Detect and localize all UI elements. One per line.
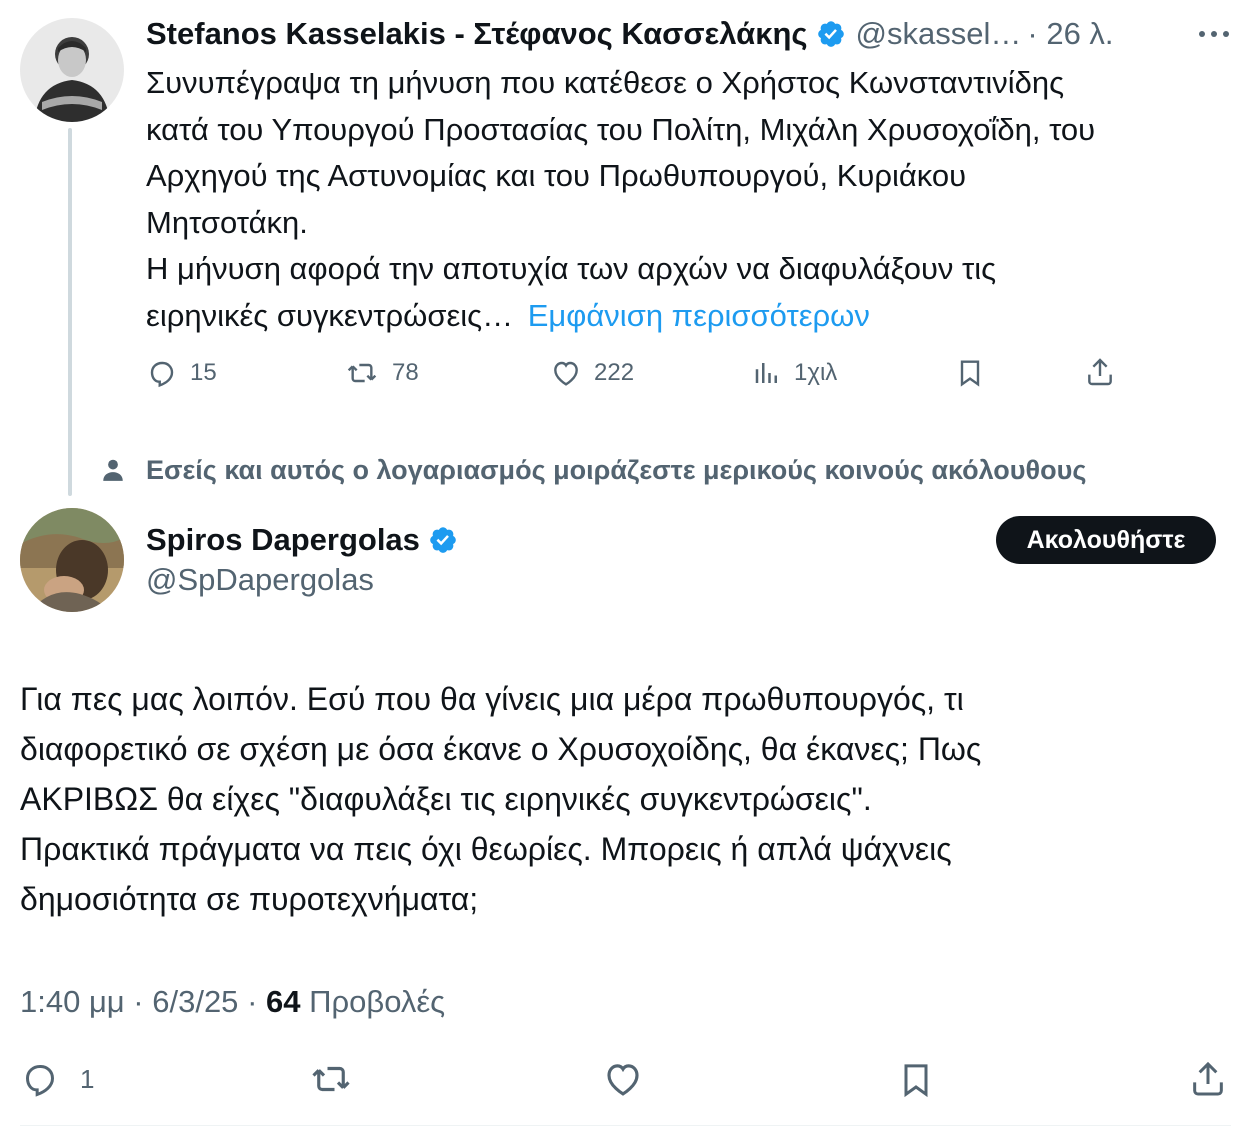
retweet-button[interactable] (308, 1058, 354, 1100)
verified-badge-icon (430, 527, 456, 553)
retweet-button[interactable]: 78 (344, 356, 419, 390)
heart-icon (607, 1064, 639, 1096)
follow-button[interactable]: Ακολουθήστε (996, 516, 1216, 564)
thread-connector-line (68, 128, 72, 496)
tweet-meta: 1:40 μμ · 6/3/25 · 64 Προβολές (20, 984, 445, 1020)
tweet-time[interactable]: · 26 λ. (1027, 16, 1113, 52)
like-count: 222 (594, 359, 635, 386)
author-avatar[interactable] (20, 18, 124, 122)
show-more-link[interactable]: Εμφάνιση περισσότερων (528, 298, 870, 333)
text-line: Αρχηγού της Αστυνομίας και του Πρωθυπουρ… (146, 158, 967, 193)
text-line: δημοσιότητα σε πυροτεχνήματα; (20, 881, 479, 917)
verified-badge-icon (817, 21, 844, 47)
retweet-icon (347, 363, 377, 383)
divider (20, 1125, 1231, 1126)
author-name[interactable]: Stefanos Kasselakis - Στέφανος Κασσελάκη… (146, 16, 808, 52)
social-context-text: Εσείς και αυτός ο λογαριασμός μοιράζεστε… (146, 454, 1087, 485)
text-line: διαφορετικό σε σχέση με όσα έκανε ο Χρυσ… (20, 731, 982, 767)
bookmark-icon (960, 360, 980, 387)
heart-icon (554, 361, 578, 386)
separator-dot: · (133, 984, 153, 1019)
reply-icon (25, 1065, 55, 1097)
reply-count: 1 (80, 1063, 95, 1094)
text-line: Η μήνυση αφορά την αποτυχία των αρχών να… (146, 251, 997, 286)
reply-icon (150, 361, 174, 388)
tweet-header: Stefanos Kasselakis - Στέφανος Κασσελάκη… (146, 12, 1236, 56)
tweet-header: Spiros Dapergolas (146, 518, 458, 562)
text-line: Συνυπέγραψα τη μήνυση που κατέθεσε ο Χρή… (146, 65, 1065, 100)
reply-count: 15 (190, 359, 217, 386)
text-line: Μητσοτάκη. (146, 204, 308, 240)
views-count: 64 (266, 984, 301, 1019)
retweet-count: 78 (392, 359, 419, 386)
author-name[interactable]: Spiros Dapergolas (146, 522, 420, 558)
more-options-button[interactable] (1196, 22, 1232, 46)
separator-dot: · (247, 984, 266, 1019)
views-count: 1χιλ (794, 359, 838, 386)
more-horizontal-icon (1199, 31, 1229, 37)
text-line-last: ειρηνικές συγκεντρώσεις… (146, 297, 514, 333)
share-button[interactable] (1084, 354, 1116, 390)
bookmark-button[interactable] (896, 1058, 936, 1102)
share-icon (1088, 358, 1112, 386)
bookmark-button[interactable] (954, 356, 986, 390)
reply-button[interactable]: 15 (146, 356, 217, 390)
text-line: ειρηνικές συγκεντρώσεις… Εμφάνιση περισσ… (146, 293, 1226, 340)
tweet-text: Για πες μας λοιπόν. Εσύ που θα γίνεις μι… (20, 674, 1230, 924)
author-handle[interactable]: @skassel… (856, 16, 1022, 52)
analytics-icon (755, 363, 777, 383)
tweet-text: Συνυπέγραψα τη μήνυση που κατέθεσε ο Χρή… (146, 60, 1226, 339)
author-handle[interactable]: @SpDapergolas (146, 562, 374, 598)
reply-button[interactable]: 1 (20, 1058, 94, 1100)
like-button[interactable]: 222 (550, 356, 634, 390)
text-line: Πρακτικά πράγματα να πεις όχι θεωρίες. Μ… (20, 831, 952, 867)
bookmark-icon (904, 1064, 928, 1098)
tweet-time[interactable]: 1:40 μμ (20, 984, 125, 1019)
share-button[interactable] (1188, 1056, 1228, 1102)
author-avatar[interactable] (20, 508, 124, 612)
tweet-date[interactable]: 6/3/25 (152, 984, 238, 1019)
views-label: Προβολές (309, 984, 446, 1019)
text-line: ΑΚΡΙΒΩΣ θα είχες "διαφυλάξει τις ειρηνικ… (20, 781, 872, 817)
like-button[interactable] (602, 1058, 644, 1100)
person-icon (103, 459, 123, 481)
share-icon (1193, 1061, 1223, 1096)
views-button[interactable]: 1χιλ (752, 356, 837, 390)
text-line: Για πες μας λοιπόν. Εσύ που θα γίνεις μι… (20, 681, 964, 717)
text-line: κατά του Υπουργού Προστασίας του Πολίτη,… (146, 111, 1096, 147)
retweet-icon (312, 1066, 350, 1092)
social-context: Εσείς και αυτός ο λογαριασμός μοιράζεστε… (100, 450, 1230, 490)
